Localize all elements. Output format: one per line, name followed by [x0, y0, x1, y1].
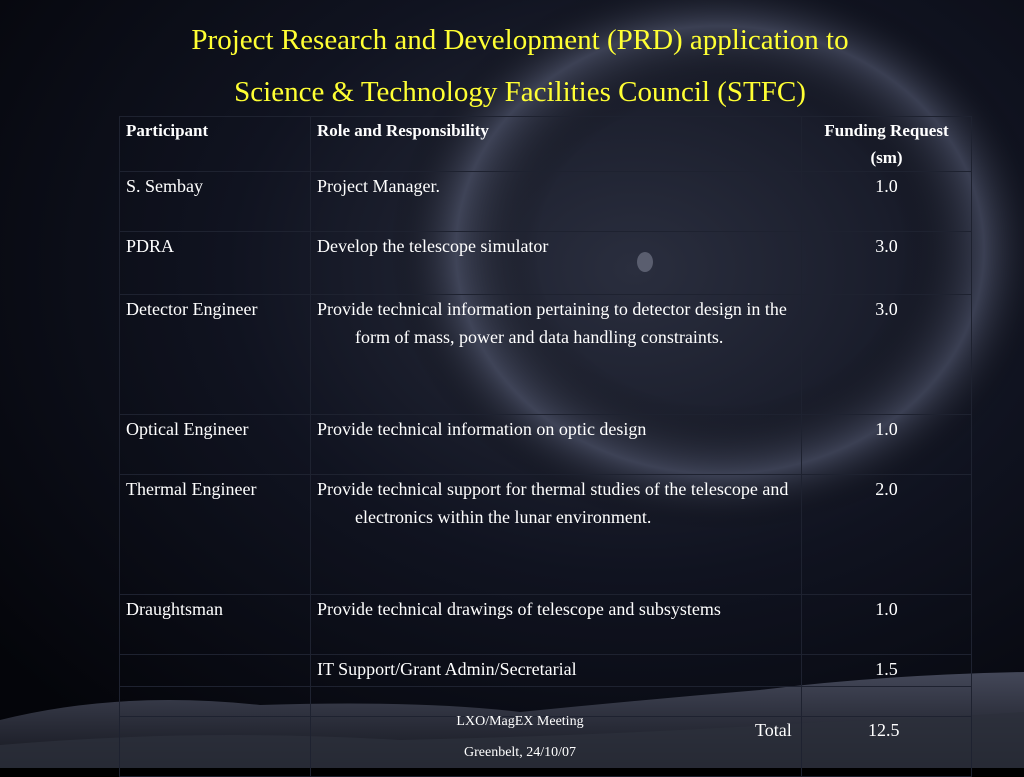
table-row: Detector Engineer Provide technical info… — [119, 294, 972, 415]
cell-funding: 1.0 — [801, 171, 972, 232]
cell-participant: S. Sembay — [119, 171, 311, 232]
cell-role: Provide technical drawings of telescope … — [310, 594, 802, 655]
table-row-spacer — [119, 686, 972, 717]
cell-role: Provide technical information on optic d… — [310, 414, 802, 475]
footer-location-date: Greenbelt, 24/10/07 — [464, 745, 576, 760]
funding-table: Participant Role and Responsibility Fund… — [119, 116, 972, 777]
cell-role: Provide technical support for thermal st… — [310, 474, 802, 595]
cell-participant: Detector Engineer — [119, 294, 311, 415]
header-participant: Participant — [119, 116, 311, 172]
cell-role: Provide technical information pertaining… — [310, 294, 802, 415]
cell-funding: 1.5 — [801, 654, 972, 687]
cell-participant — [119, 654, 311, 687]
slide-title: Project Research and Development (PRD) a… — [0, 14, 1024, 118]
table-row: PDRA Develop the telescope simulator 3.0 — [119, 231, 972, 295]
title-line-2: Science & Technology Facilities Council … — [234, 76, 806, 108]
cell-funding: 3.0 — [801, 231, 972, 295]
cell-role: Develop the telescope simulator — [310, 231, 802, 295]
total-label: Total — [755, 720, 792, 740]
title-line-1: Project Research and Development (PRD) a… — [191, 24, 849, 56]
table-row: S. Sembay Project Manager. 1.0 — [119, 171, 972, 232]
cell-role: IT Support/Grant Admin/Secretarial — [310, 654, 802, 687]
total-value: 12.5 — [868, 720, 900, 740]
cell-participant: Draughtsman — [119, 594, 311, 655]
cell-funding: 1.0 — [801, 414, 972, 475]
cell-funding: 3.0 — [801, 294, 972, 415]
header-role: Role and Responsibility — [310, 116, 802, 172]
cell-participant: PDRA — [119, 231, 311, 295]
header-funding: Funding Request (sm) — [801, 116, 972, 172]
cell-participant: Thermal Engineer — [119, 474, 311, 595]
footer-meeting: LXO/MagEX Meeting — [456, 714, 584, 729]
cell-participant: Optical Engineer — [119, 414, 311, 475]
cell-funding: 2.0 — [801, 474, 972, 595]
table-header-row: Participant Role and Responsibility Fund… — [119, 116, 972, 172]
table-row: Optical Engineer Provide technical infor… — [119, 414, 972, 475]
table-row: IT Support/Grant Admin/Secretarial 1.5 — [119, 654, 972, 687]
cell-role: Project Manager. — [310, 171, 802, 232]
table-row: Thermal Engineer Provide technical suppo… — [119, 474, 972, 595]
cell-funding: 1.0 — [801, 594, 972, 655]
table-row: Draughtsman Provide technical drawings o… — [119, 594, 972, 655]
